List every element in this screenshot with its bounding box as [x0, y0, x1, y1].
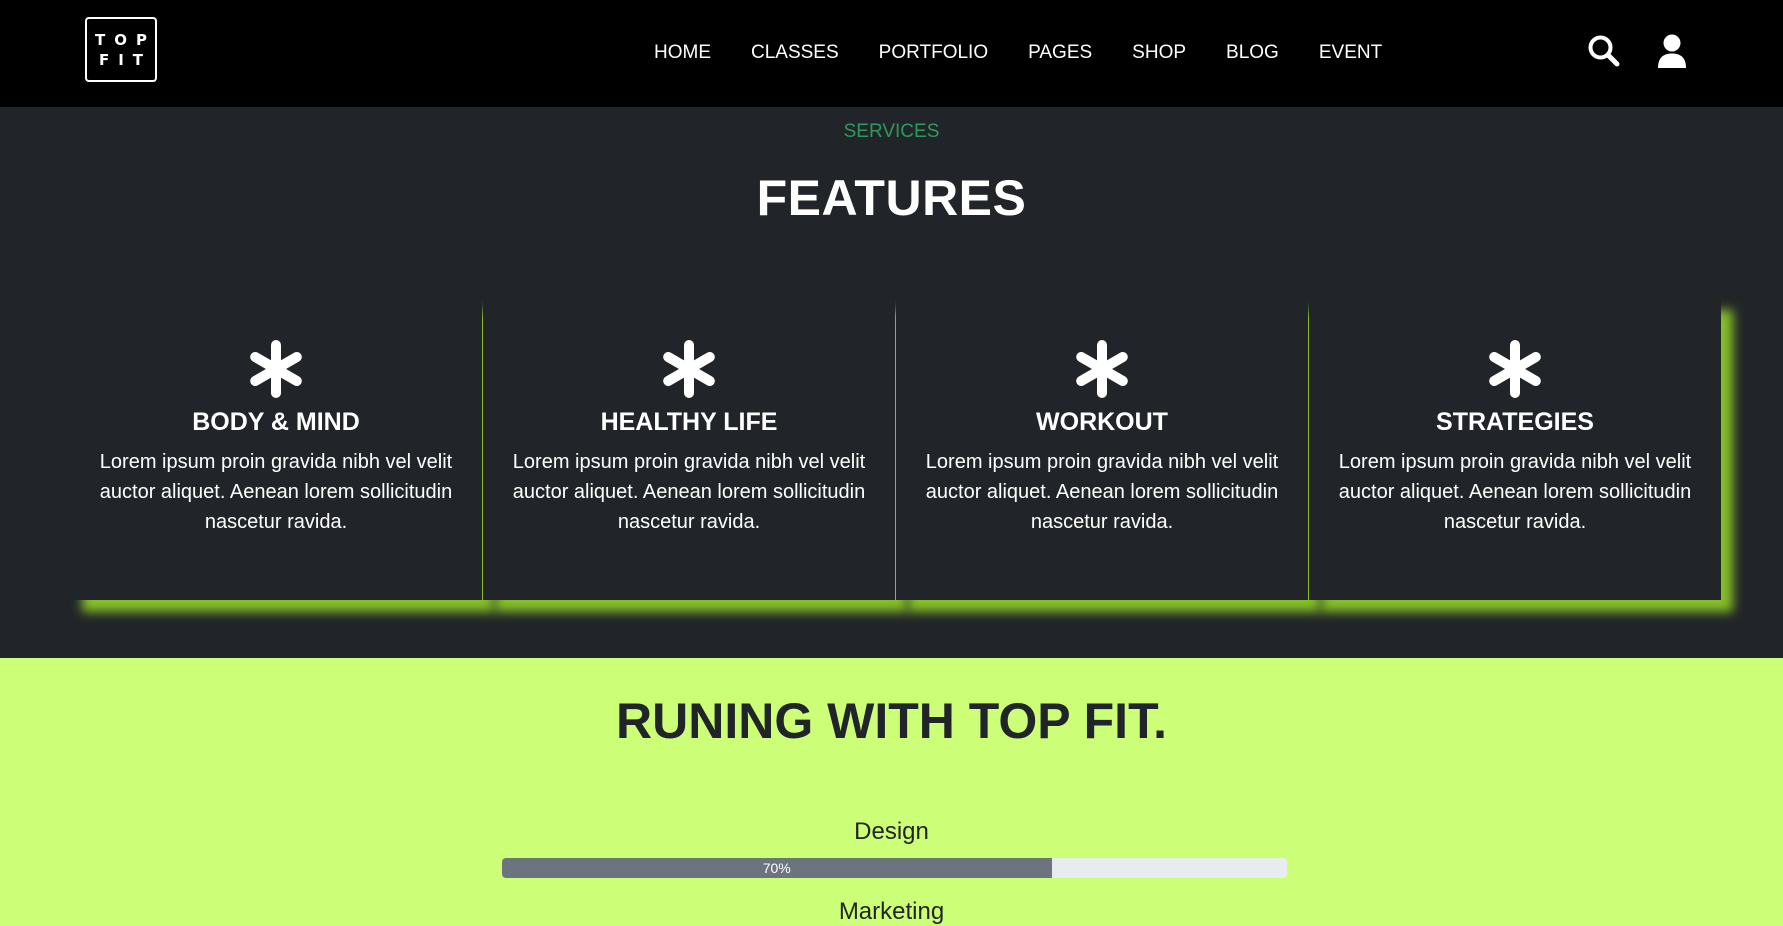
feature-card-text: Lorem ipsum proin gravida nibh vel velit… [925, 451, 1279, 533]
feature-card-text: Lorem ipsum proin gravida nibh vel velit… [512, 451, 866, 533]
asterisk-icon [70, 340, 482, 398]
feature-card: BODY & MIND Lorem ipsum proin gravida ni… [70, 298, 482, 600]
feature-card-text: Lorem ipsum proin gravida nibh vel velit… [1338, 451, 1692, 533]
feature-card: STRATEGIES Lorem ipsum proin gravida nib… [1309, 298, 1721, 600]
asterisk-icon [483, 340, 895, 398]
feature-card-title: BODY & MIND [192, 408, 360, 436]
feature-card-title: HEALTHY LIFE [600, 408, 778, 436]
feature-card: HEALTHY LIFE Lorem ipsum proin gravida n… [483, 298, 895, 600]
running-section: RUNING WITH TOP FIT. Design 70% Marketin… [0, 658, 1783, 926]
asterisk-icon [896, 340, 1308, 398]
nav-links: HOME CLASSES PORTFOLIO PAGES SHOP BLOG E… [654, 40, 1422, 66]
nav-link-portfolio[interactable]: PORTFOLIO [879, 40, 988, 66]
feature-card-title: WORKOUT [1036, 408, 1168, 436]
nav-link-classes[interactable]: CLASSES [751, 40, 839, 66]
nav-link-shop[interactable]: SHOP [1132, 40, 1186, 66]
brand-logo[interactable]: TOP FIT [85, 17, 157, 82]
section-title: FEATURES [756, 170, 1027, 226]
user-icon[interactable] [1654, 33, 1690, 69]
feature-cards: BODY & MIND Lorem ipsum proin gravida ni… [70, 298, 1733, 600]
progress-design: 70% [502, 858, 1287, 878]
progress-bar-design: 70% [502, 858, 1052, 878]
nav-link-blog[interactable]: BLOG [1226, 40, 1279, 66]
nav-link-event[interactable]: EVENT [1319, 40, 1382, 66]
logo-line-top: TOP [95, 30, 156, 49]
skill-label-design: Design [854, 818, 929, 845]
asterisk-icon [1309, 340, 1721, 398]
feature-card-text: Lorem ipsum proin gravida nibh vel velit… [99, 451, 453, 533]
feature-card-title: STRATEGIES [1436, 408, 1594, 436]
running-title: RUNING WITH TOP FIT. [616, 693, 1167, 749]
nav-link-home[interactable]: HOME [654, 40, 711, 66]
search-icon[interactable] [1586, 33, 1622, 69]
logo-line-fit: FIT [98, 50, 153, 69]
features-section: SERVICES FEATURES BODY & MIND Lorem ipsu… [0, 107, 1783, 658]
nav-link-pages[interactable]: PAGES [1028, 40, 1092, 66]
feature-card: WORKOUT Lorem ipsum proin gravida nibh v… [896, 298, 1308, 600]
navbar: TOP FIT HOME CLASSES PORTFOLIO PAGES SHO… [0, 0, 1783, 107]
section-eyebrow: SERVICES [843, 121, 940, 142]
skill-label-marketing: Marketing [838, 898, 945, 925]
